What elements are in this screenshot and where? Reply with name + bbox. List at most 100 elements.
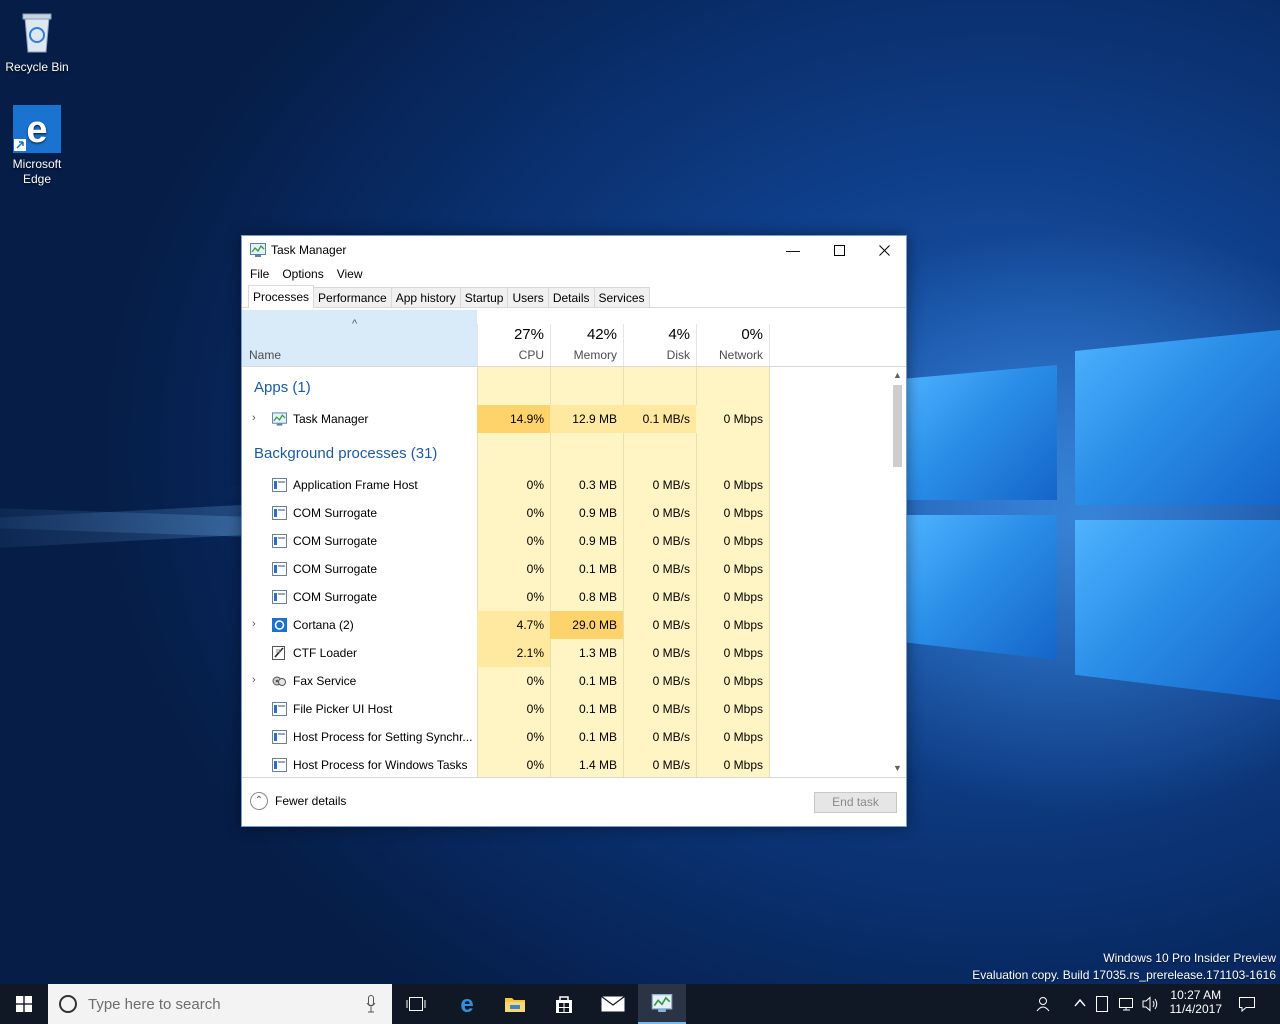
process-name: COM Surrogate (293, 506, 378, 520)
desktop-icon-label: Recycle Bin (5, 60, 69, 74)
taskbar-mail[interactable] (589, 984, 637, 1024)
maximize-button[interactable] (816, 236, 862, 264)
menu-file[interactable]: File (250, 267, 269, 281)
clock-date: 11/4/2017 (1169, 1002, 1223, 1016)
expand-chevron-icon[interactable]: › (252, 618, 256, 630)
task-view-icon (406, 997, 426, 1011)
process-disk: 0 MB/s (652, 646, 690, 660)
process-cpu: 4.7% (477, 611, 550, 639)
process-network: 0 Mbps (723, 534, 763, 548)
clock[interactable]: 10:27 AM 11/4/2017 (1170, 988, 1223, 1016)
tab-processes[interactable]: Processes (248, 285, 315, 308)
chevron-up-icon[interactable] (1074, 998, 1086, 1008)
maximize-icon (833, 244, 845, 256)
table-row[interactable]: COM Surrogate 0% 0.9 MB 0 MB/s 0 Mbps (242, 527, 890, 555)
process-memory: 0.9 MB (578, 506, 617, 520)
taskbar-task-manager[interactable] (638, 984, 686, 1024)
close-button[interactable] (861, 236, 907, 264)
svg-text:e: e (26, 109, 47, 151)
process-network: 0 Mbps (723, 702, 763, 716)
tablet-icon[interactable] (1096, 996, 1108, 1012)
process-network: 0 Mbps (723, 618, 763, 632)
taskbar-edge[interactable]: e (443, 984, 491, 1024)
table-row[interactable]: Application Frame Host 0% 0.3 MB 0 MB/s … (242, 471, 890, 499)
table-row[interactable]: COM Surrogate 0% 0.9 MB 0 MB/s 0 Mbps (242, 499, 890, 527)
watermark-line-2: Evaluation copy. Build 17035.rs_prerelea… (972, 968, 1276, 982)
table-row[interactable]: COM Surrogate 0% 0.8 MB 0 MB/s 0 Mbps (242, 583, 890, 611)
table-row[interactable]: COM Surrogate 0% 0.1 MB 0 MB/s 0 Mbps (242, 555, 890, 583)
network-icon[interactable] (1118, 996, 1136, 1012)
column-header-memory[interactable]: 42% Memory (550, 310, 623, 366)
taskbar: Type here to search e 10:27 AM 11/4/2017 (0, 984, 1280, 1024)
task-view-button[interactable] (392, 984, 440, 1024)
process-cpu: 0% (526, 758, 544, 772)
scrollbar-thumb[interactable] (893, 385, 902, 467)
process-name: Fax Service (293, 674, 357, 688)
people-icon[interactable] (1036, 996, 1054, 1012)
process-disk: 0 MB/s (652, 590, 690, 604)
fewer-details-button[interactable]: ⌃ Fewer details (250, 792, 346, 810)
process-network: 0 Mbps (723, 506, 763, 520)
process-disk: 0 MB/s (652, 506, 690, 520)
table-row[interactable]: › Fax Service 0% 0.1 MB 0 MB/s 0 Mbps (242, 667, 890, 695)
table-row[interactable]: File Picker UI Host 0% 0.1 MB 0 MB/s 0 M… (242, 695, 890, 723)
scroll-up-arrow-icon[interactable]: ▲ (893, 370, 902, 380)
table-row[interactable]: › Cortana (2) 4.7% 29.0 MB 0 MB/s 0 Mbps (242, 611, 890, 639)
minimize-button[interactable]: — (770, 236, 816, 264)
column-header-disk[interactable]: 4% Disk (623, 310, 696, 366)
process-name: CTF Loader (293, 646, 358, 660)
table-row[interactable]: CTF Loader 2.1% 1.3 MB 0 MB/s 0 Mbps (242, 639, 890, 667)
edge-icon: e (460, 993, 473, 1015)
expand-chevron-icon[interactable]: › (252, 674, 256, 686)
menu-options[interactable]: Options (282, 267, 323, 281)
process-memory: 12.9 MB (550, 405, 623, 433)
column-label-network: Network (718, 348, 763, 362)
menu-bar: File Options View (242, 264, 906, 284)
process-disk: 0.1 MB/s (623, 405, 696, 433)
vertical-scrollbar[interactable]: ▲ ▼ (889, 367, 906, 777)
column-header-name[interactable]: ^ Name (242, 310, 477, 366)
menu-view[interactable]: View (337, 267, 363, 281)
logo-pane-bottom-left (907, 515, 1057, 660)
process-cpu: 0% (526, 674, 544, 688)
action-center-icon[interactable] (1238, 996, 1256, 1012)
cortana-search-icon (59, 995, 77, 1013)
desktop-icon-microsoft-edge[interactable]: e Microsoft Edge (0, 105, 74, 187)
process-network: 0 Mbps (723, 478, 763, 492)
desktop-icon-recycle-bin[interactable]: Recycle Bin (0, 8, 74, 75)
ctf-loader-icon (272, 646, 287, 660)
tab-performance[interactable]: Performance (313, 287, 392, 307)
desktop-icon-label: Microsoft Edge (12, 157, 62, 186)
column-header-cpu[interactable]: 27% CPU (477, 310, 550, 366)
table-row[interactable]: Host Process for Setting Synchr... 0% 0.… (242, 723, 890, 751)
tab-details[interactable]: Details (547, 287, 595, 307)
column-header: ^ Name 27% CPU 42% Memory 4% Disk 0% Net… (242, 310, 906, 367)
tab-startup[interactable]: Startup (459, 287, 509, 307)
memory-total: 42% (586, 326, 617, 343)
start-button[interactable] (0, 984, 48, 1024)
scroll-down-arrow-icon[interactable]: ▼ (893, 763, 902, 773)
footer-bar: ⌃ Fewer details End task (242, 777, 906, 826)
tab-users[interactable]: Users (507, 287, 549, 307)
window-process-icon (272, 562, 287, 576)
title-bar[interactable]: Task Manager — (242, 236, 906, 264)
volume-icon[interactable] (1142, 996, 1160, 1012)
table-row[interactable]: › Task Manager 14.9% 12.9 MB 0.1 MB/s 0 … (242, 405, 890, 433)
taskbar-store[interactable] (540, 984, 588, 1024)
process-cpu: 0% (526, 534, 544, 548)
process-name: Task Manager (293, 412, 369, 426)
process-name: Application Frame Host (293, 478, 418, 492)
tab-services[interactable]: Services (593, 287, 650, 307)
cpu-total: 27% (513, 326, 544, 343)
search-box[interactable]: Type here to search (48, 984, 392, 1024)
column-header-network[interactable]: 0% Network (696, 310, 769, 366)
process-name: Host Process for Windows Tasks (293, 758, 468, 772)
table-row[interactable]: Host Process for Windows Tasks 0% 1.4 MB… (242, 751, 890, 777)
process-name: Host Process for Setting Synchr... (293, 730, 473, 744)
microphone-icon[interactable] (366, 995, 376, 1013)
tab-app-history[interactable]: App history (390, 287, 461, 307)
taskbar-file-explorer[interactable] (491, 984, 539, 1024)
process-name: Cortana (2) (293, 618, 354, 632)
expand-chevron-icon[interactable]: › (252, 412, 256, 424)
end-task-button[interactable]: End task (814, 792, 897, 813)
